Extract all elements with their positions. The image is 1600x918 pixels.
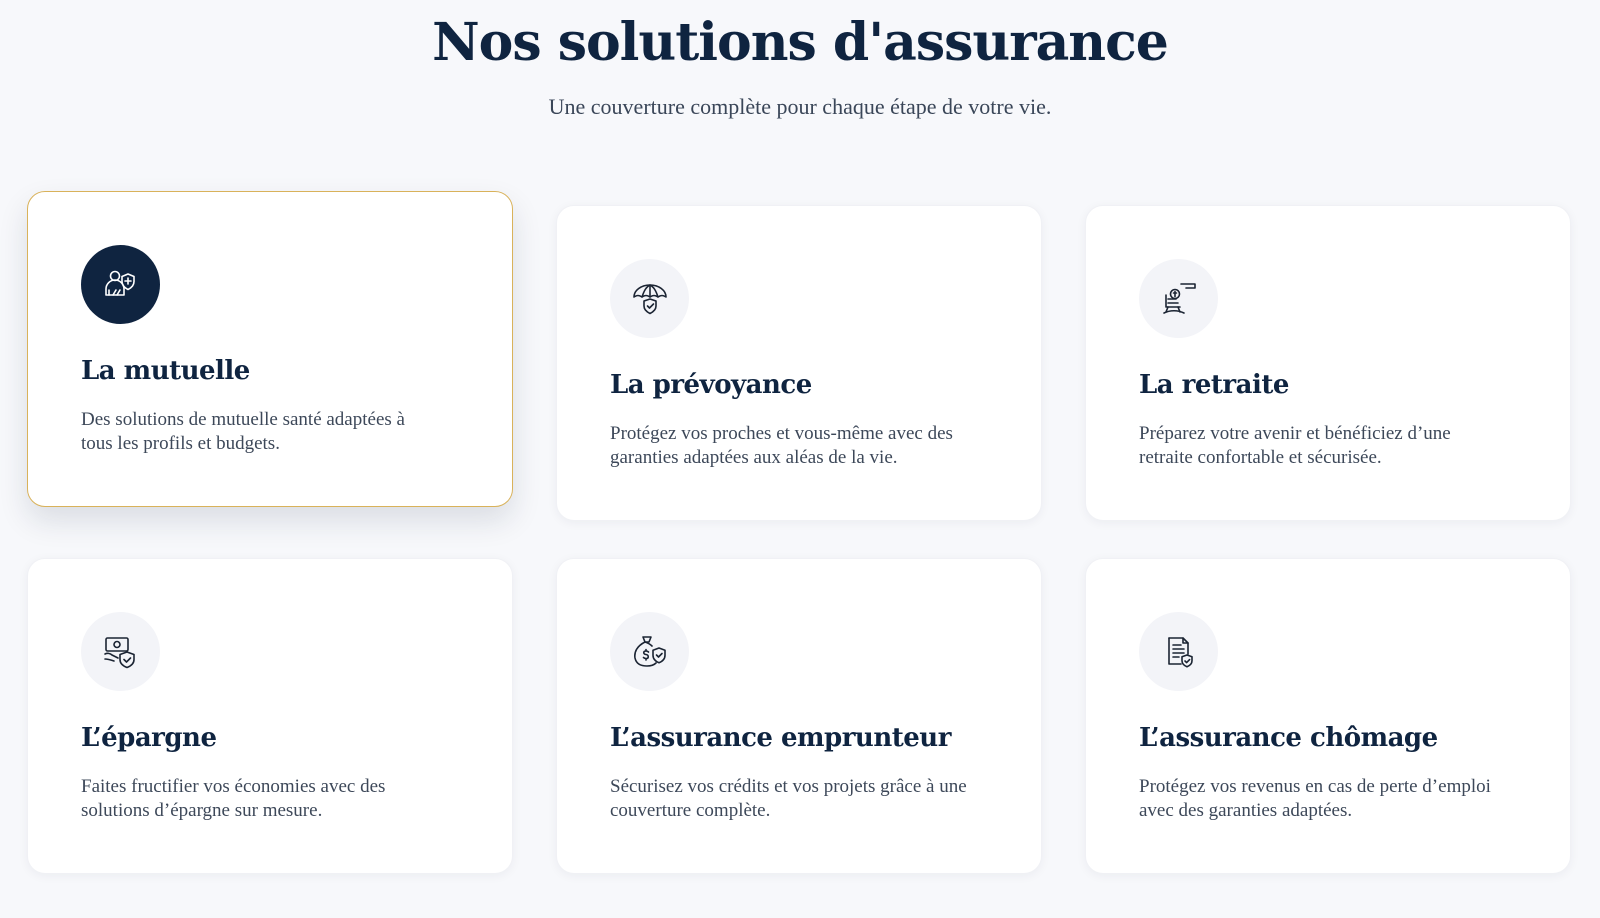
health-person-icon — [104, 270, 135, 296]
card-title: L’assurance chômage — [1139, 723, 1438, 753]
umbrella-shield-icon — [632, 283, 667, 314]
card-description: Préparez votre avenir et bénéficiez d’un… — [1139, 423, 1451, 468]
money-bag-shield-icon — [633, 635, 666, 667]
card-description: Faites fructifier vos économies avec des… — [81, 776, 386, 821]
card-retraite[interactable]: La retraite Préparez votre avenir et bén… — [1085, 205, 1571, 521]
card-emprunteur[interactable]: L’assurance emprunteur Sécurisez vos cré… — [556, 558, 1042, 874]
card-title: La mutuelle — [81, 356, 250, 386]
card-description: Protégez vos revenus en cas de perte d’e… — [1139, 776, 1491, 821]
icon-circle — [1139, 612, 1218, 691]
card-prevoyance[interactable]: La prévoyance Protégez vos proches et vo… — [556, 205, 1042, 521]
card-mutuelle[interactable]: La mutuelle Des solutions de mutuelle sa… — [27, 191, 513, 507]
icon-circle — [610, 259, 689, 338]
card-title: L’assurance emprunteur — [610, 723, 951, 753]
icon-circle — [81, 245, 160, 324]
page-title: Nos solutions d'assurance — [432, 12, 1169, 73]
card-chomage[interactable]: L’assurance chômage Protégez vos revenus… — [1085, 558, 1571, 874]
card-title: L’épargne — [81, 723, 217, 753]
card-title: La retraite — [1139, 370, 1289, 400]
rocking-chair-coin-icon — [1162, 282, 1196, 314]
card-description: Protégez vos proches et vous-même avec d… — [610, 423, 953, 468]
page-subtitle: Une couverture complète pour chaque étap… — [548, 94, 1052, 119]
icon-circle — [610, 612, 689, 691]
icon-circle — [81, 612, 160, 691]
card-title: La prévoyance — [610, 370, 812, 400]
document-shield-icon — [1167, 636, 1193, 668]
card-epargne[interactable]: L’épargne Faites fructifier vos économie… — [27, 558, 513, 874]
card-description: Sécurisez vos crédits et vos projets grâ… — [610, 776, 967, 821]
card-description: Des solutions de mutuelle santé adaptées… — [81, 409, 405, 454]
money-shield-icon — [103, 636, 135, 668]
icon-circle — [1139, 259, 1218, 338]
